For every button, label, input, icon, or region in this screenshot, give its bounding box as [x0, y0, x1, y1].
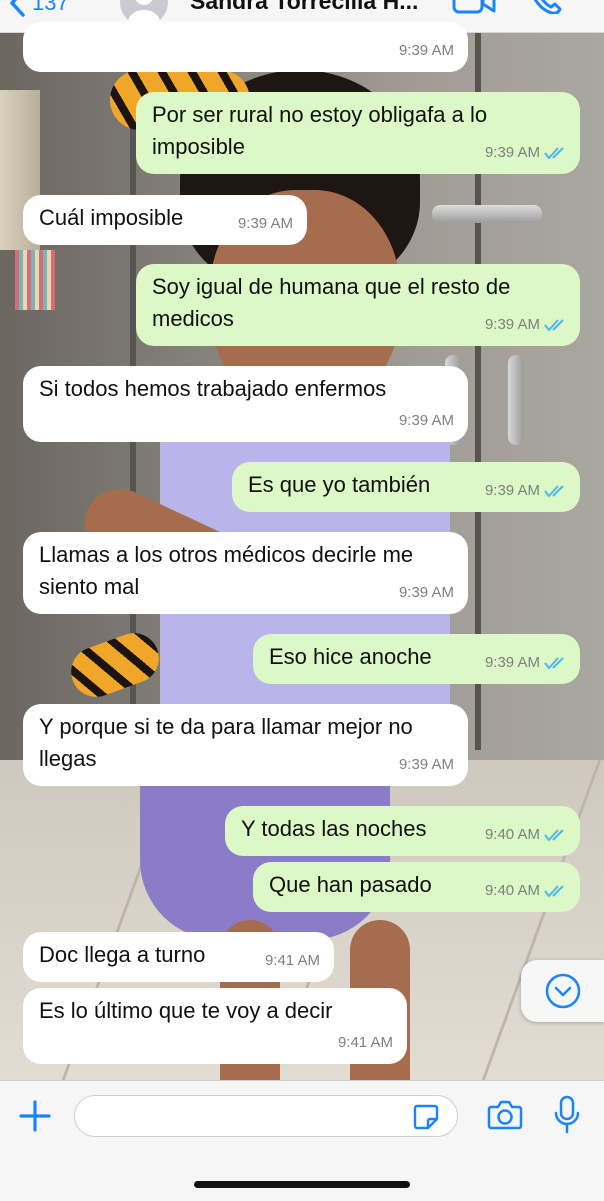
message-text: Por ser rural no estoy obligafa a lo imp…: [152, 102, 488, 159]
read-receipt-icon: [544, 319, 564, 332]
message-time: 9:39 AM: [398, 584, 454, 601]
contact-name[interactable]: Sandra Torrecilla H...: [190, 0, 418, 15]
back-button[interactable]: 137: [6, 0, 69, 18]
message-time: 9:39 AM: [398, 42, 454, 59]
message-time: 9:39 AM: [484, 654, 540, 671]
message-meta: 9:39 AM: [399, 405, 454, 437]
message-meta: 9:40 AM: [485, 819, 568, 851]
message-meta: 9:40 AM: [485, 875, 568, 907]
message-time: 9:40 AM: [484, 882, 540, 899]
incoming-message[interactable]: Es lo último que te voy a decir 9:41 AM: [23, 988, 407, 1064]
read-receipt-icon: [544, 147, 564, 160]
message-meta: 9:39 AM: [399, 749, 454, 781]
message-time: 9:39 AM: [484, 482, 540, 499]
outgoing-message[interactable]: Eso hice anoche 9:39 AM: [253, 634, 580, 684]
message-meta: 9:41 AM: [265, 945, 320, 977]
incoming-message[interactable]: Doc llega a turno 9:41 AM: [23, 932, 334, 982]
message-meta: 9:39 AM: [399, 577, 454, 609]
chevron-down-circle-icon: [545, 973, 580, 1009]
message-meta: 9:39 AM: [399, 35, 454, 67]
message-text: Llamas a los otros médicos decirle me si…: [39, 542, 414, 599]
incoming-message[interactable]: Llamas a los otros médicos decirle me si…: [23, 532, 468, 614]
incoming-message[interactable]: Cuál imposible 9:39 AM: [23, 195, 307, 245]
message-input[interactable]: [74, 1095, 458, 1137]
sticker-icon[interactable]: [412, 1103, 440, 1131]
message-meta: 9:41 AM: [338, 1027, 393, 1059]
video-camera-icon[interactable]: [452, 0, 496, 14]
read-receipt-icon: [544, 485, 564, 498]
plus-icon[interactable]: [18, 1099, 52, 1133]
message-time: 9:41 AM: [264, 952, 320, 969]
message-input-bar: [0, 1080, 604, 1201]
outgoing-message[interactable]: Por ser rural no estoy obligafa a lo imp…: [136, 92, 580, 174]
chevron-left-icon: [10, 0, 25, 17]
unread-count: 137: [32, 0, 69, 15]
read-receipt-icon: [544, 829, 564, 842]
scroll-to-bottom-button[interactable]: [521, 960, 604, 1022]
message-time: 9:41 AM: [337, 1034, 393, 1051]
read-receipt-icon: [544, 657, 564, 670]
incoming-message[interactable]: Y porque si te da para llamar mejor no l…: [23, 704, 468, 786]
message-meta: 9:39 AM: [485, 475, 568, 507]
microphone-icon[interactable]: [553, 1095, 581, 1135]
outgoing-message[interactable]: Soy igual de humana que el resto de medi…: [136, 264, 580, 346]
message-meta: 9:39 AM: [485, 137, 568, 169]
wallpaper-cabinet-handle: [508, 355, 524, 445]
message-time: 9:39 AM: [484, 144, 540, 161]
read-receipt-icon: [544, 885, 564, 898]
outgoing-message[interactable]: Es que yo también 9:39 AM: [232, 462, 580, 512]
message-meta: 9:39 AM: [238, 208, 293, 240]
outgoing-message[interactable]: Y todas las noches 9:40 AM: [225, 806, 580, 856]
message-time: 9:39 AM: [237, 215, 293, 232]
incoming-message[interactable]: Si todos hemos trabajado enfermos 9:39 A…: [23, 366, 468, 442]
home-indicator: [194, 1181, 410, 1188]
message-text: Es lo último que te voy a decir: [39, 998, 333, 1023]
message-text: Y porque si te da para llamar mejor no l…: [39, 714, 413, 771]
wallpaper-tassel: [15, 250, 55, 310]
message-meta: 9:39 AM: [485, 647, 568, 679]
message-time: 9:39 AM: [398, 756, 454, 773]
message-time: 9:39 AM: [398, 412, 454, 429]
message-time: 9:40 AM: [484, 826, 540, 843]
phone-icon[interactable]: [530, 0, 562, 14]
outgoing-message[interactable]: Que han pasado 9:40 AM: [253, 862, 580, 912]
message-text: Si todos hemos trabajado enfermos: [39, 376, 387, 401]
message-time: 9:39 AM: [484, 316, 540, 333]
camera-icon[interactable]: [487, 1099, 523, 1131]
message-meta: 9:39 AM: [485, 309, 568, 341]
incoming-message[interactable]: 9:39 AM: [23, 22, 468, 72]
